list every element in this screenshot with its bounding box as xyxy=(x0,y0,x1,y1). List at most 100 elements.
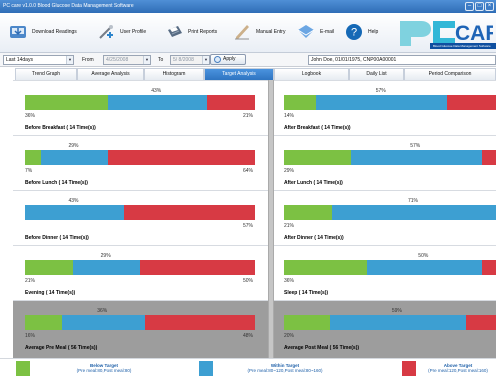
below-target-segment xyxy=(25,260,74,275)
to-date-value: 5/ 8/2008 xyxy=(173,57,194,63)
svg-text:?: ? xyxy=(351,27,357,39)
manual-entry-icon xyxy=(232,22,252,42)
calendar-dropdown-icon: ▼ xyxy=(202,56,209,64)
within-target-legend: Within Target (Pre meal:80~120,Post meal… xyxy=(220,363,350,373)
print-icon xyxy=(164,22,184,42)
app-window: PC care v1.0.0 Blood Glucose Data Manage… xyxy=(0,0,496,378)
left-target-bar xyxy=(25,150,255,165)
user-profile-button[interactable]: User Profile xyxy=(96,21,146,43)
within-target-segment xyxy=(73,260,140,275)
right-target-bar xyxy=(284,260,496,275)
above-target-segment xyxy=(123,205,255,220)
download-readings-label: Download Readings xyxy=(32,29,77,35)
above-target-segment xyxy=(481,260,496,275)
tab-logbook[interactable]: Logbook xyxy=(274,68,349,80)
tab-trend-graph[interactable]: Trend Graph xyxy=(15,68,77,80)
apply-label: Apply xyxy=(223,56,236,62)
within-target-text: (Pre meal:80~120,Post meal:80~160) xyxy=(247,368,323,373)
date-range-select[interactable]: Last 14days ▼ xyxy=(3,55,74,65)
below-target-swatch xyxy=(16,361,30,376)
above-target-swatch xyxy=(402,361,416,376)
above-target-percent: 48% xyxy=(243,333,254,339)
download-readings-button[interactable]: Download Readings xyxy=(8,21,77,43)
above-target-segment xyxy=(107,150,255,165)
below-target-percent: 29% xyxy=(284,168,295,174)
target-analysis-caption: Sleep ( 14 Time(s)) xyxy=(284,290,329,296)
column-divider xyxy=(268,80,274,358)
chevron-down-icon: ▼ xyxy=(66,56,73,64)
to-label: To xyxy=(158,57,164,63)
main-toolbar: Download Readings User Profile Print Rep… xyxy=(0,13,496,53)
date-range-value: Last 14days xyxy=(6,57,33,63)
above-target-text: (Pre meal:120,Post meal:160) xyxy=(428,368,488,373)
logo-text: CARE xyxy=(455,22,493,45)
download-icon xyxy=(8,22,28,42)
window-controls: – □ × xyxy=(465,2,494,11)
above-target-segment xyxy=(481,150,496,165)
manual-entry-button[interactable]: Manual Entry xyxy=(232,21,285,43)
above-target-segment xyxy=(447,95,496,110)
below-target-legend: Below Target (Pre meal:80,Post meal:80) xyxy=(44,363,164,373)
target-analysis-caption: Average Post Meal ( 56 Time(s)) xyxy=(284,345,360,351)
within-target-segment xyxy=(366,260,482,275)
from-date-value: 4/25/2008 xyxy=(106,57,129,63)
within-target-percent: 36% xyxy=(97,308,108,314)
below-target-text: (Pre meal:80,Post meal:80) xyxy=(76,368,132,373)
above-target-percent: 64% xyxy=(243,168,254,174)
tab-histogram[interactable]: Histogram xyxy=(144,68,204,80)
within-target-percent: 29% xyxy=(100,253,111,259)
user-profile-label: User Profile xyxy=(120,29,147,35)
email-button[interactable]: E-mail xyxy=(296,21,334,43)
tab-target-analysis[interactable]: Target Analysis xyxy=(204,68,274,80)
below-target-percent: 16% xyxy=(25,333,36,339)
above-target-segment xyxy=(144,315,255,330)
within-target-percent: 29% xyxy=(68,143,79,149)
right-target-bar xyxy=(284,150,496,165)
below-target-segment xyxy=(25,150,42,165)
target-analysis-panel: 43% 36% 21% Before Breakfast ( 14 Time(s)) 2… xyxy=(13,80,496,358)
left-target-bar xyxy=(25,315,255,330)
close-button[interactable]: × xyxy=(485,2,494,11)
within-target-percent: 43% xyxy=(151,88,162,94)
below-target-segment xyxy=(284,150,351,165)
above-target-segment xyxy=(206,95,255,110)
print-reports-label: Print Reports xyxy=(188,29,218,35)
help-icon: ? xyxy=(344,22,364,42)
from-label: From xyxy=(82,57,94,63)
above-target-segment xyxy=(465,315,496,330)
tab-daily-list[interactable]: Daily List xyxy=(349,68,404,80)
patient-field[interactable]: John Doe, 01/01/1975, CNP00A00001 xyxy=(308,55,496,65)
help-button[interactable]: ? Help xyxy=(344,21,378,43)
target-analysis-caption: Average Pre Meal ( 56 Time(s)) xyxy=(25,345,98,351)
window-title: PC care v1.0.0 Blood Glucose Data Manage… xyxy=(3,3,134,9)
within-target-segment xyxy=(330,315,466,330)
above-target-percent: 57% xyxy=(243,223,254,229)
within-target-segment xyxy=(25,205,124,220)
tab-average-analysis[interactable]: Average Analysis xyxy=(77,68,144,80)
above-target-legend: Above Target (Pre meal:120,Post meal:160… xyxy=(420,363,496,373)
filter-bar: Last 14days ▼ From 4/25/2008 ▼ To 5/ 8/2… xyxy=(0,53,496,67)
target-analysis-caption: After Lunch ( 14 Time(s)) xyxy=(284,180,343,186)
above-target-percent: 21% xyxy=(243,113,254,119)
below-target-percent: 14% xyxy=(284,113,295,119)
target-legend: Below Target (Pre meal:80,Post meal:80) … xyxy=(0,358,496,378)
right-target-bar xyxy=(284,95,496,110)
print-reports-button[interactable]: Print Reports xyxy=(164,21,217,43)
below-target-segment xyxy=(25,95,108,110)
manual-entry-label: Manual Entry xyxy=(256,29,286,35)
within-target-segment xyxy=(332,205,496,220)
patient-value: John Doe, 01/01/1975, CNP00A00001 xyxy=(311,57,397,63)
tab-period-comparison[interactable]: Period Comparison xyxy=(404,68,496,80)
left-target-bar xyxy=(25,95,255,110)
minimize-button[interactable]: – xyxy=(465,2,474,11)
below-target-percent: 36% xyxy=(25,113,36,119)
target-analysis-caption: After Breakfast ( 14 Time(s)) xyxy=(284,125,351,131)
to-date-field[interactable]: 5/ 8/2008 ▼ xyxy=(170,55,210,65)
apply-button[interactable]: Apply xyxy=(210,54,246,65)
maximize-button[interactable]: □ xyxy=(475,2,484,11)
within-target-percent: 71% xyxy=(407,198,418,204)
below-target-segment xyxy=(284,315,330,330)
from-date-field[interactable]: 4/25/2008 ▼ xyxy=(103,55,151,65)
apply-icon xyxy=(214,56,221,63)
right-target-bar xyxy=(284,205,496,220)
